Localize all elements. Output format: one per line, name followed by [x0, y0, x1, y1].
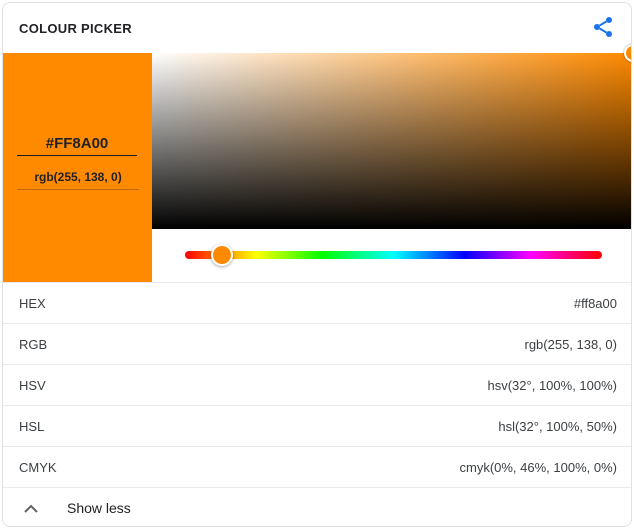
format-row-cmyk: CMYK cmyk(0%, 46%, 100%, 0%): [3, 446, 631, 487]
format-row-rgb: RGB rgb(255, 138, 0): [3, 323, 631, 364]
format-label: HSL: [19, 419, 45, 434]
hue-slider[interactable]: [185, 251, 602, 259]
show-less-label: Show less: [67, 500, 131, 516]
colour-picker-card: COLOUR PICKER rgb(255, 138, 0) HEX #ff8a0…: [2, 2, 632, 527]
format-value[interactable]: cmyk(0%, 46%, 100%, 0%): [459, 460, 617, 475]
hex-input[interactable]: [17, 131, 137, 156]
format-value[interactable]: hsv(32°, 100%, 100%): [488, 378, 618, 393]
format-list: HEX #ff8a00 RGB rgb(255, 138, 0) HSV hsv(32°,…: [3, 282, 631, 487]
format-row-hex: HEX #ff8a00: [3, 282, 631, 323]
format-value[interactable]: hsl(32°, 100%, 50%): [498, 419, 617, 434]
saturation-value-area[interactable]: [152, 44, 631, 229]
card-title: COLOUR PICKER: [19, 21, 132, 36]
card-header: COLOUR PICKER: [3, 3, 631, 53]
format-label: CMYK: [19, 460, 57, 475]
format-value[interactable]: rgb(255, 138, 0): [524, 337, 617, 352]
picker-area: rgb(255, 138, 0): [3, 44, 631, 282]
share-icon[interactable]: [591, 15, 615, 39]
saturation-value-handle[interactable]: [624, 44, 631, 62]
rgb-readout: rgb(255, 138, 0): [17, 165, 139, 190]
color-swatch: rgb(255, 138, 0): [3, 53, 152, 282]
format-label: RGB: [19, 337, 48, 352]
show-less-toggle[interactable]: Show less: [3, 487, 631, 526]
format-label: HEX: [19, 296, 46, 311]
format-label: HSV: [19, 378, 46, 393]
format-value[interactable]: #ff8a00: [574, 296, 617, 311]
chevron-up-icon: [23, 502, 39, 514]
format-row-hsv: HSV hsv(32°, 100%, 100%): [3, 364, 631, 405]
hue-slider-handle[interactable]: [211, 244, 234, 266]
format-row-hsl: HSL hsl(32°, 100%, 50%): [3, 405, 631, 446]
